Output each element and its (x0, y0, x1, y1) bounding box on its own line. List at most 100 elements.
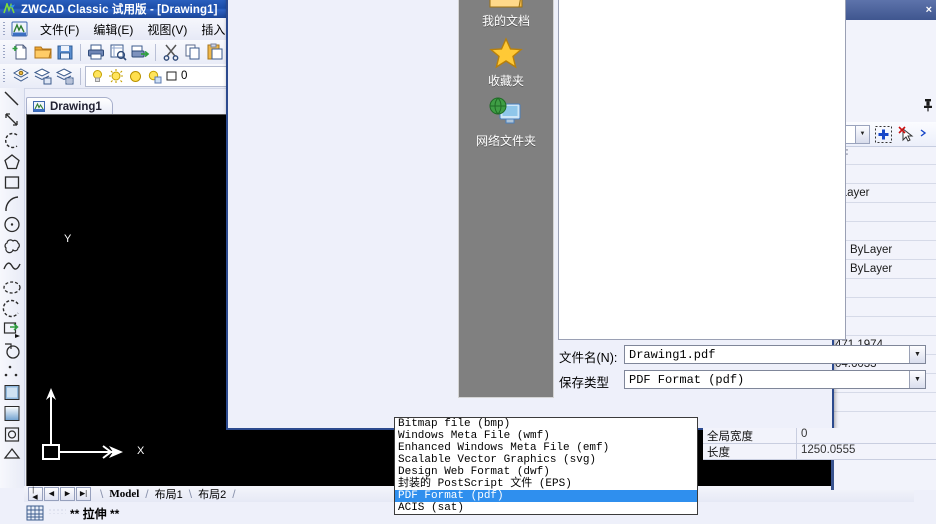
property-row[interactable] (831, 165, 936, 184)
command-drag-grip[interactable] (48, 508, 66, 514)
line-icon[interactable] (1, 88, 23, 109)
chevron-down-icon[interactable]: ▼ (909, 346, 925, 363)
filetype-option-0[interactable]: Bitmap file (bmp) (395, 418, 697, 430)
place-item-1[interactable]: 收藏夹 (459, 35, 553, 89)
gradient-icon[interactable] (1, 403, 23, 424)
construction-line-icon[interactable] (1, 109, 23, 130)
circle-icon[interactable] (1, 214, 23, 235)
file-list-view[interactable] (558, 0, 846, 340)
menu-view[interactable]: 视图(V) (140, 19, 194, 40)
property-row[interactable]: ByLayer (831, 241, 936, 260)
ucs-axis-icon (37, 380, 147, 473)
property-row[interactable]: 全局宽度 0 (703, 428, 936, 444)
standard-toolbar-grip[interactable] (2, 44, 8, 60)
last-tab-icon[interactable]: ▶| (76, 487, 91, 501)
layout-tab-layout2[interactable]: 布局2 (192, 486, 232, 502)
property-row[interactable] (831, 393, 936, 412)
menu-drag-grip[interactable] (2, 21, 8, 37)
filetype-combo[interactable]: PDF Format (pdf) ▼ (624, 370, 926, 389)
zwcad-document-icon[interactable] (11, 21, 29, 37)
property-row[interactable] (831, 317, 936, 336)
select-objects-icon[interactable] (897, 125, 916, 144)
filetype-option-6[interactable]: PDF Format (pdf) (395, 490, 697, 502)
property-row[interactable] (831, 298, 936, 317)
menu-file[interactable]: 文件(F) (33, 19, 86, 40)
filetype-dropdown-list[interactable]: Bitmap file (bmp) Windows Meta File (wmf)… (394, 417, 698, 515)
filetype-option-4[interactable]: Design Web Format (dwf) (395, 466, 697, 478)
chevron-down-icon[interactable]: ▼ (909, 371, 925, 388)
property-row[interactable] (831, 203, 936, 222)
previous-tab-icon[interactable]: ◀ (44, 487, 59, 501)
lightbulb-on-icon[interactable] (89, 68, 106, 85)
drawing-file-icon (33, 100, 46, 113)
ucs-y-label: Y (64, 233, 72, 245)
property-row[interactable]: yLayer (831, 184, 936, 203)
point-icon[interactable] (1, 361, 23, 382)
menu-edit[interactable]: 编辑(E) (86, 19, 140, 40)
first-tab-icon[interactable]: |◀ (28, 487, 43, 501)
open-folder-icon[interactable] (33, 42, 53, 62)
rectangle-icon[interactable] (1, 172, 23, 193)
draw-toolbar (0, 88, 25, 488)
insert-block-icon[interactable] (1, 319, 23, 340)
save-as-dialog: 我的文档 收藏夹 网络文件夹 文件名(N): Drawing1.pdf ▼ 保存类型… (226, 0, 926, 430)
filename-input[interactable]: Drawing1.pdf (625, 346, 909, 363)
property-row[interactable] (831, 279, 936, 298)
revision-cloud-icon[interactable] (1, 235, 23, 256)
make-block-icon[interactable] (1, 340, 23, 361)
close-icon[interactable]: × (926, 4, 932, 16)
layout-tab-model[interactable]: Model (103, 488, 145, 500)
property-value: 1250.0555 (796, 444, 936, 459)
polyline-icon[interactable] (1, 130, 23, 151)
layer-manager-icon[interactable] (11, 66, 31, 86)
region-icon[interactable] (1, 424, 23, 445)
property-row[interactable]: ByLayer (831, 260, 936, 279)
chevron-down-icon[interactable]: ▼ (855, 125, 869, 143)
polygon-icon[interactable] (1, 151, 23, 172)
pick-point-icon[interactable] (920, 125, 928, 144)
property-row[interactable] (831, 222, 936, 241)
copy-icon[interactable] (183, 42, 203, 62)
document-tab-drawing1[interactable]: Drawing1 (26, 97, 113, 115)
spline-icon[interactable] (1, 256, 23, 277)
ellipse-icon[interactable] (1, 277, 23, 298)
filetype-value[interactable]: PDF Format (pdf) (625, 371, 909, 388)
pin-icon[interactable] (922, 98, 934, 112)
freeze-sun-icon[interactable] (108, 68, 125, 85)
property-row[interactable]: 长度 1250.0555 (703, 444, 936, 460)
place-item-2[interactable]: 网络文件夹 (459, 95, 553, 149)
new-file-icon[interactable] (11, 42, 31, 62)
filetype-option-7[interactable]: ACIS (sat) (395, 502, 697, 514)
table-icon[interactable] (1, 445, 23, 466)
property-key: 全局宽度 (707, 431, 753, 443)
export-icon[interactable] (130, 42, 150, 62)
print-icon[interactable] (86, 42, 106, 62)
plot-icon[interactable] (146, 68, 163, 85)
filetype-option-2[interactable]: Enhanced Windows Meta File (emf) (395, 442, 697, 454)
place-item-0[interactable]: 我的文档 (459, 0, 553, 29)
filetype-option-3[interactable]: Scalable Vector Graphics (svg) (395, 454, 697, 466)
print-preview-icon[interactable] (108, 42, 128, 62)
filetype-label: 保存类型 (559, 376, 610, 390)
layout-tab-layout1[interactable]: 布局1 (149, 486, 189, 502)
save-disk-icon[interactable] (55, 42, 75, 62)
layer-previous-icon[interactable] (33, 66, 53, 86)
lock-open-icon[interactable] (127, 68, 144, 85)
layer-states-icon[interactable] (55, 66, 75, 86)
toolbar-separator (80, 43, 81, 61)
cut-scissors-icon[interactable] (161, 42, 181, 62)
filetype-option-1[interactable]: Windows Meta File (wmf) (395, 430, 697, 442)
zwcad-logo-icon (3, 0, 17, 16)
filetype-option-5[interactable]: 封装的 PostScript 文件 (EPS) (395, 478, 697, 490)
property-row[interactable]: 3F (831, 146, 936, 165)
paste-icon[interactable] (205, 42, 225, 62)
layer-toolbar-grip[interactable] (2, 68, 8, 84)
next-tab-icon[interactable]: ▶ (60, 487, 75, 501)
hatch-icon[interactable] (1, 382, 23, 403)
filename-combo[interactable]: Drawing1.pdf ▼ (624, 345, 926, 364)
grid-snap-icon[interactable] (26, 505, 44, 521)
layer-color-swatch[interactable] (165, 69, 179, 83)
ellipse-arc-icon[interactable] (1, 298, 23, 319)
arc-icon[interactable] (1, 193, 23, 214)
quick-select-icon[interactable] (874, 125, 893, 144)
